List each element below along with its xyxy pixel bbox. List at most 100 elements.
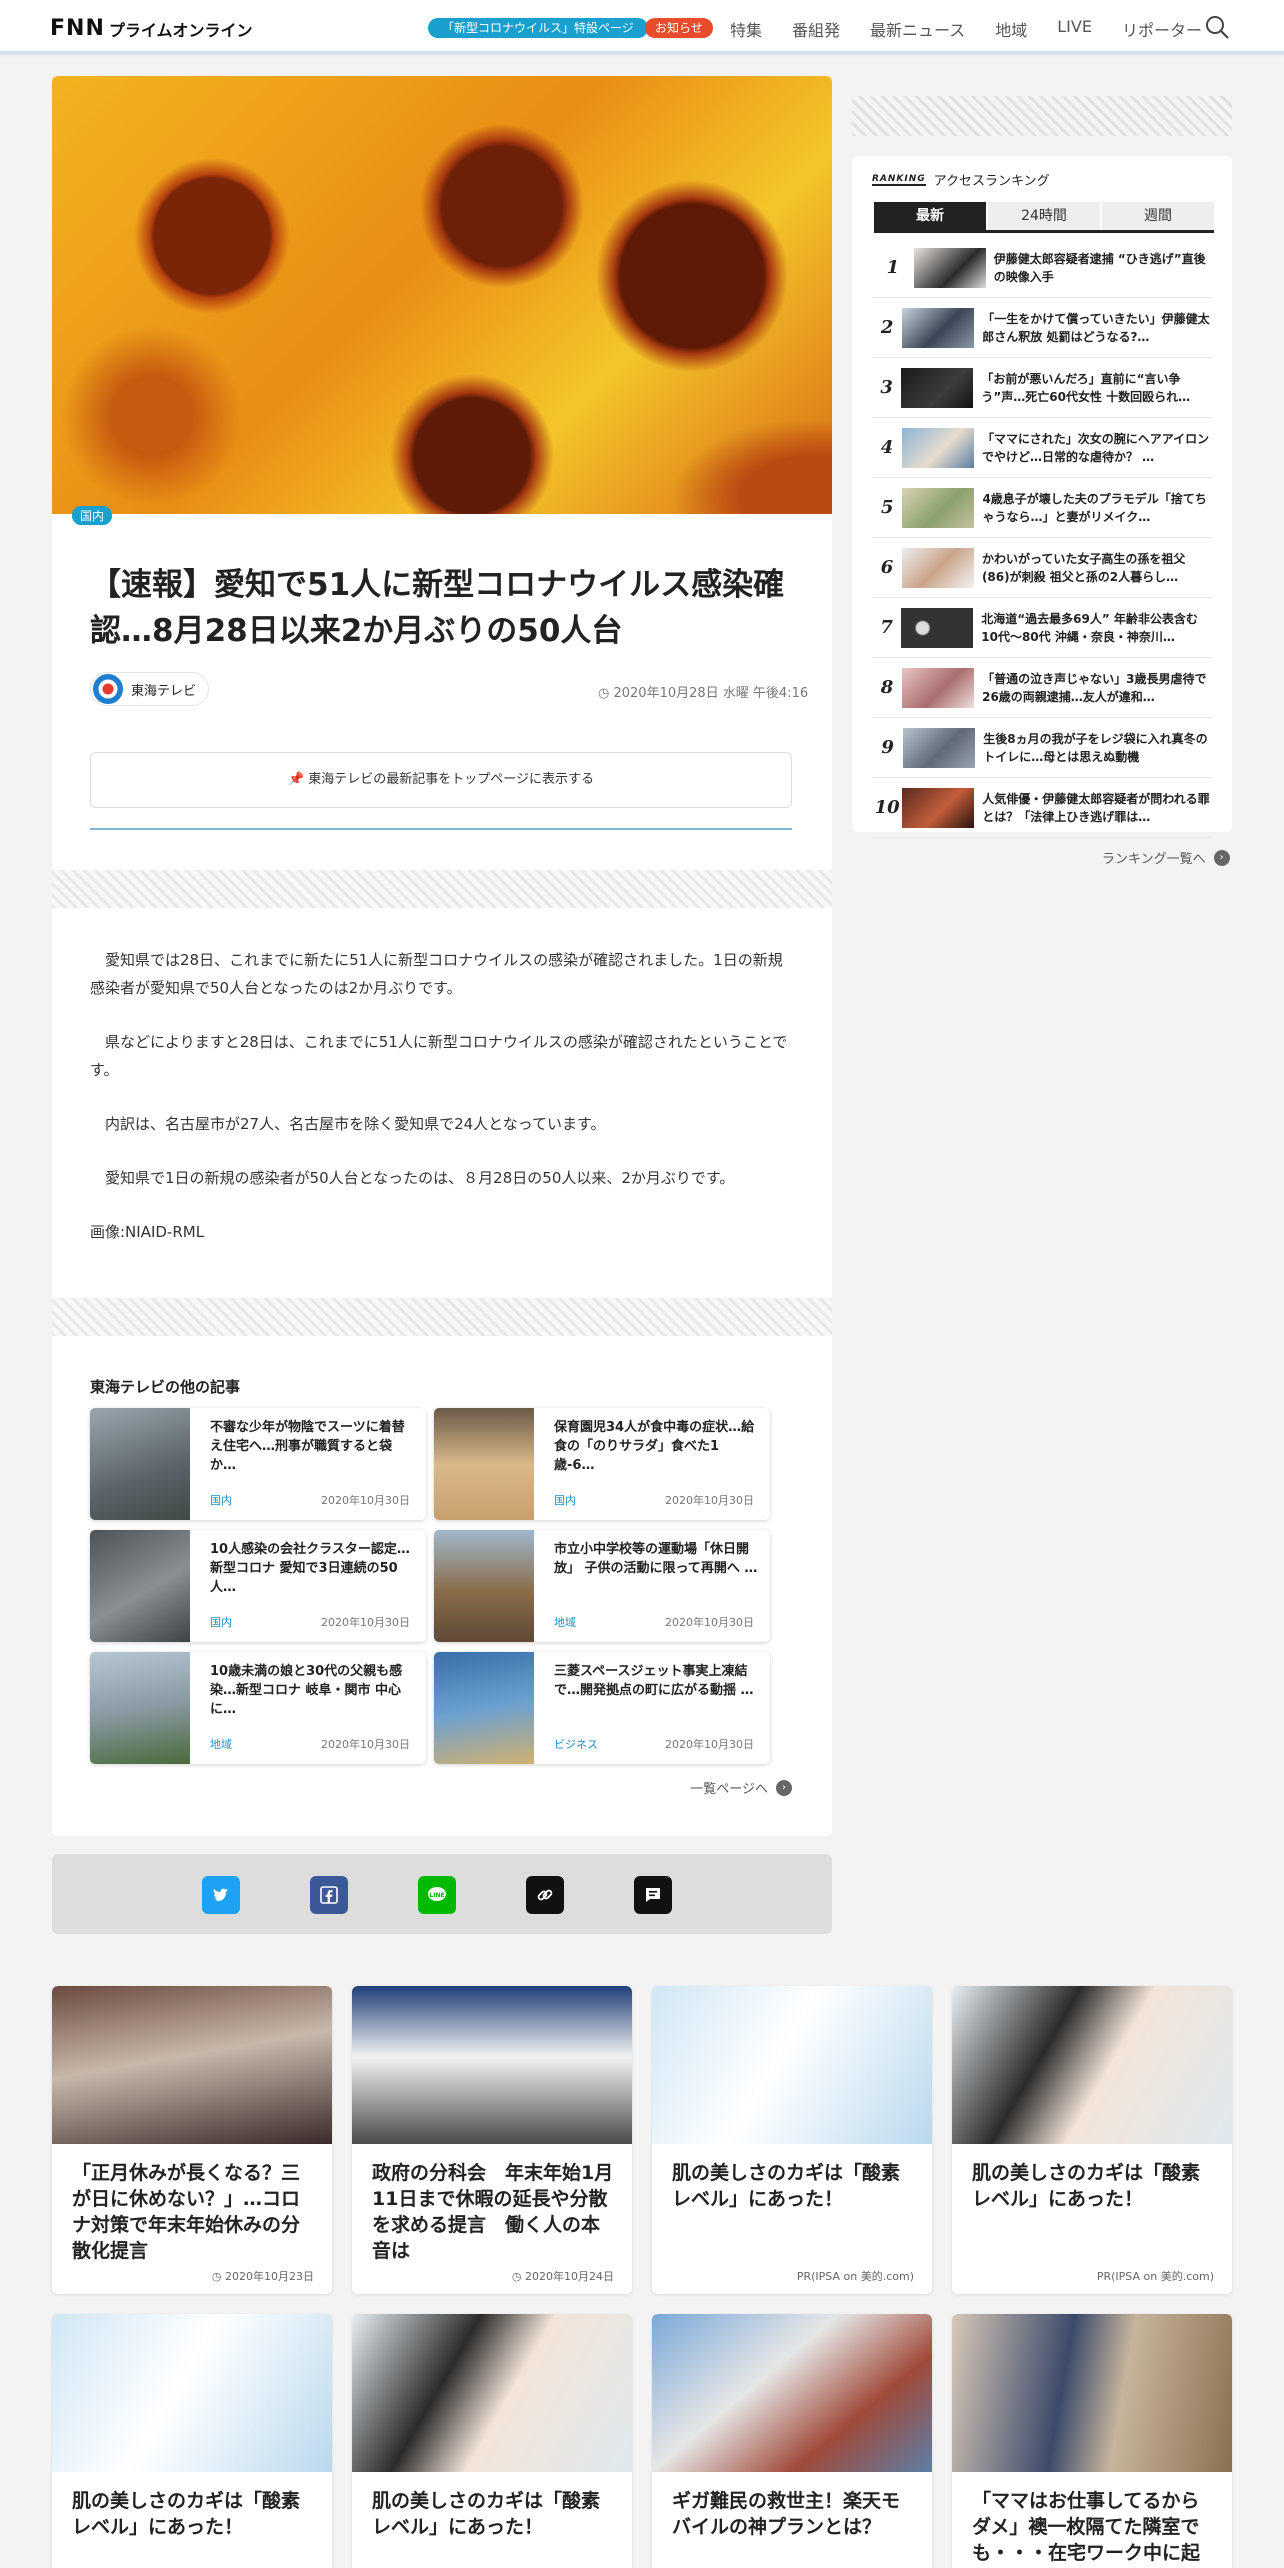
nav-reporter[interactable]: リポーター	[1122, 17, 1202, 41]
ad-card[interactable]: 肌の美しさのカギは「酸素レベル」にあった！ PR(IPSA on 美的.com)	[952, 1986, 1232, 2294]
paragraph: 内訳は、名古屋市が27人、名古屋市を除く愛知県で24人となっています。	[105, 1115, 606, 1133]
ad-title: ギガ難民の救世主！楽天モバイルの神プランとは？	[672, 2490, 901, 2538]
comment-button[interactable]	[634, 1876, 672, 1914]
image-credit: 画像:NIAID-RML	[90, 1223, 205, 1241]
ranking-item[interactable]: 5 4歳息子が壊した夫のプラモデル「捨てちゃうなら…」と妻がリメイク…	[872, 478, 1212, 538]
related-card[interactable]: 市立小中学校等の運動場「休日開放」 子供の活動に限って再開へ … 地域 2020…	[434, 1530, 770, 1642]
ranking-tabs: 最新 24時間 週間	[874, 202, 1214, 233]
recommend-date: ◷ 2020年10月24日	[511, 2270, 614, 2283]
related-grid: 不審な少年が物陰でスーツに着替え住宅へ…刑事が職質すると袋か… 国内 2020年…	[90, 1408, 780, 1764]
tab-24h[interactable]: 24時間	[988, 202, 1100, 230]
ad-sponsor: PR(IPSA on 美的.com)	[1096, 2270, 1214, 2283]
related-date: 2020年10月30日	[321, 1738, 410, 1751]
logo-sub: プライムオンライン	[108, 20, 253, 40]
nav-programs[interactable]: 番組発	[792, 17, 840, 41]
ranking-item[interactable]: 4 「ママにされた」次女の腕にヘアアイロンでやけど…日常的な虐待か？ …	[872, 418, 1212, 478]
ranking-heading: アクセスランキング	[933, 174, 1050, 189]
ad-card[interactable]: 「ママはお仕事してるからダメ」襖一枚隔てた隣室でも・・・在宅ワーク中に起きた…	[952, 2314, 1232, 2568]
ranking-item[interactable]: 1 伊藤健太郎容疑者逮捕 “ひき逃げ”直後の映像入手	[872, 238, 1212, 298]
recommend-grid: 「正月休みが長くなる？三が日に休めない？」…コロナ対策で年末年始休みの分散化提言…	[52, 1986, 1232, 2568]
related-date: 2020年10月30日	[665, 1616, 754, 1629]
related-card[interactable]: 三菱スペースジェット事実上凍結で…開発拠点の町に広がる動揺 … ビジネス 202…	[434, 1652, 770, 1764]
access-ranking: RANKING アクセスランキング 最新 24時間 週間 1 伊藤健太郎容疑者逮捕…	[852, 156, 1232, 838]
ranking-list: 1 伊藤健太郎容疑者逮捕 “ひき逃げ”直後の映像入手 2 「一生をかけて償っていきた…	[872, 238, 1212, 838]
comment-icon	[646, 1888, 660, 1902]
nav-feature[interactable]: 特集	[730, 17, 762, 41]
ranking-item[interactable]: 2 「一生をかけて償っていきたい」伊藤健太郎さん釈放 処罰はどうなる?…	[872, 298, 1212, 358]
related-date: 2020年10月30日	[321, 1494, 410, 1507]
related-heading: 東海テレビの他の記事	[90, 1378, 241, 1396]
ad-title: 肌の美しさのカギは「酸素レベル」にあった！	[72, 2490, 301, 2538]
ranking-thumb	[901, 367, 974, 408]
related-card[interactable]: 不審な少年が物陰でスーツに着替え住宅へ…刑事が職質すると袋か… 国内 2020年…	[90, 1408, 426, 1520]
source-logo-icon	[93, 674, 123, 704]
recommend-image	[352, 1986, 632, 2144]
ranking-thumb	[903, 727, 976, 768]
recommend-card[interactable]: 「正月休みが長くなる？三が日に休めない？」…コロナ対策で年末年始休みの分散化提言…	[52, 1986, 332, 2294]
logo-main: FNN	[50, 16, 105, 41]
nav-live[interactable]: LIVE	[1057, 17, 1092, 41]
site-logo[interactable]: FNN プライムオンライン	[50, 16, 253, 41]
related-card[interactable]: 10歳未満の娘と30代の父親も感染…新型コロナ 岐阜・関市 中心に… 地域 20…	[90, 1652, 426, 1764]
ad-title: 肌の美しさのカギは「酸素レベル」にあった！	[972, 2162, 1201, 2210]
ad-card[interactable]: 肌の美しさのカギは「酸素レベル」にあった！	[52, 2314, 332, 2568]
ranking-item[interactable]: 7 北海道“過去最多69人” 年齢非公表含む10代〜80代 沖縄・奈良・神奈川…	[872, 598, 1212, 658]
source-link[interactable]: 東海テレビ	[90, 672, 210, 706]
ad-image	[352, 2314, 632, 2472]
ranking-item[interactable]: 3 「お前が悪いんだろ」直前に“言い争う”声…死亡60代女性 十数回殴られ…	[872, 358, 1212, 418]
ad-image	[952, 2314, 1232, 2472]
copy-link-button[interactable]	[526, 1876, 564, 1914]
ad-card[interactable]: 肌の美しさのカギは「酸素レベル」にあった！	[352, 2314, 632, 2568]
ranking-item[interactable]: 6 かわいがっていた女子高生の孫を祖父(86)が刺殺 祖父と孫の2人暮らし…	[872, 538, 1212, 598]
search-icon[interactable]	[1204, 14, 1230, 40]
article-title: 【速報】愛知で51人に新型コロナウイルス感染確認…8月28日以来2か月ぶりの50…	[90, 567, 785, 649]
divider	[90, 828, 792, 830]
ad-sponsor: PR(IPSA on 美的.com)	[796, 2270, 914, 2283]
notice-link[interactable]: お知らせ	[645, 18, 713, 38]
category-badge[interactable]: 国内	[72, 506, 113, 525]
related-category: 地域	[210, 1738, 232, 1751]
clock-icon: ◷	[598, 686, 614, 701]
ad-card[interactable]: 肌の美しさのカギは「酸素レベル」にあった！ PR(IPSA on 美的.com)	[652, 1986, 932, 2294]
nav-latest[interactable]: 最新ニュース	[870, 17, 965, 41]
related-more-link[interactable]: 一覧ページへ ›	[690, 1778, 792, 1797]
related-category: 国内	[554, 1494, 576, 1507]
ad-title: 肌の美しさのカギは「酸素レベル」にあった！	[372, 2490, 601, 2538]
tab-weekly[interactable]: 週間	[1102, 202, 1214, 230]
related-date: 2020年10月30日	[321, 1616, 410, 1629]
related-thumb	[90, 1652, 190, 1764]
ranking-thumb	[902, 667, 975, 708]
nav-region[interactable]: 地域	[995, 17, 1027, 41]
facebook-icon	[320, 1886, 338, 1904]
publish-date: ◷ 2020年10月28日 水曜 午後4:16	[598, 682, 808, 701]
ranking-more-link[interactable]: ランキング一覧へ ›	[1102, 848, 1230, 867]
ad-title: 肌の美しさのカギは「酸素レベル」にあった！	[672, 2162, 901, 2210]
article-card: 国内 【速報】愛知で51人に新型コロナウイルス感染確認…8月28日以来2か月ぶり…	[52, 76, 832, 1836]
recommend-image	[52, 1986, 332, 2144]
ranking-thumb	[902, 487, 975, 528]
pin-icon: 📌	[287, 772, 309, 787]
ranking-item[interactable]: 10 人気俳優・伊藤健太郎容疑者が問われる罪とは？「法律上ひき逃げ罪は…	[872, 778, 1212, 838]
corona-special-link[interactable]: 「新型コロナウイルス」特設ページ	[428, 18, 648, 38]
related-thumb	[90, 1530, 190, 1642]
related-card[interactable]: 保育園児34人が食中毒の症状…給食の「のりサラダ」食べた1歳-6… 国内 202…	[434, 1408, 770, 1520]
line-share-button[interactable]: LINE	[418, 1876, 456, 1914]
tab-latest[interactable]: 最新	[874, 202, 986, 230]
more-label: 一覧ページへ	[690, 1782, 768, 1797]
related-thumb	[90, 1408, 190, 1520]
ranking-thumb	[902, 787, 975, 828]
twitter-share-button[interactable]	[202, 1876, 240, 1914]
related-card[interactable]: 10人感染の会社クラスター認定…新型コロナ 愛知で3日連続の50人… 国内 20…	[90, 1530, 426, 1642]
recommend-card[interactable]: 政府の分科会 年末年始1月11日まで休暇の延長や分散を求める提言 働く人の本音は…	[352, 1986, 632, 2294]
related-thumb	[434, 1408, 534, 1520]
ranking-item[interactable]: 9 生後8ヵ月の我が子をレジ袋に入れ真冬のトイレに…母とは思えぬ動機	[872, 718, 1212, 778]
ranking-item[interactable]: 8 「普通の泣き声じゃない」3歳長男虐待で26歳の両親逮捕…友人が違和…	[872, 658, 1212, 718]
article-body: 愛知県では28日、これまでに新たに51人に新型コロナウイルスの感染が確認されまし…	[90, 946, 792, 1272]
pin-source-button[interactable]: 📌 東海テレビの最新記事をトップページに表示する	[90, 752, 792, 808]
ranking-thumb	[901, 427, 974, 468]
ad-card[interactable]: ギガ難民の救世主！楽天モバイルの神プランとは？	[652, 2314, 932, 2568]
recommend-date: ◷ 2020年10月23日	[211, 2270, 314, 2283]
chevron-right-icon: ›	[1213, 849, 1230, 866]
paragraph: 愛知県で1日の新規の感染者が50人台となったのは、８月28日の50人以来、2か月…	[105, 1169, 735, 1187]
facebook-share-button[interactable]	[310, 1876, 348, 1914]
